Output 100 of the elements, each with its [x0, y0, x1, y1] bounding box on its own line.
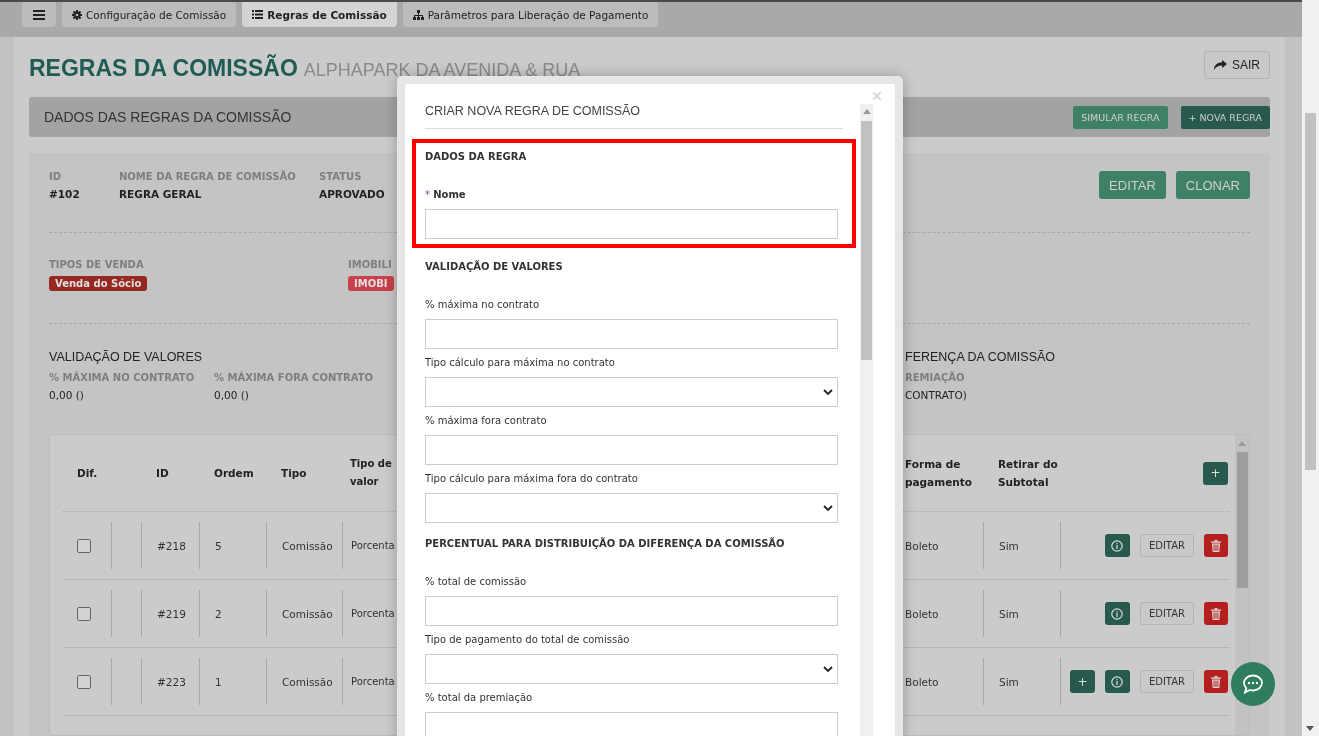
field-label: TIPOS DE VENDA [49, 259, 144, 270]
field-label: * Nome [425, 188, 467, 202]
chevron-down-icon [823, 666, 833, 672]
chat-bubble-icon [1242, 674, 1264, 694]
group-title: VALIDAÇÃO DE VALORES [49, 350, 203, 364]
info-icon [1111, 539, 1124, 552]
table-cell-text: Boleto [904, 538, 940, 554]
add-button[interactable]: + [1069, 670, 1095, 693]
edit-button[interactable]: EDITAR [1139, 670, 1194, 693]
field-value: CONTRATO) [905, 389, 967, 401]
list-icon [252, 10, 264, 19]
table-cell: Sim [983, 658, 1060, 705]
chevron-down-icon [823, 505, 833, 511]
trash-icon [1211, 675, 1221, 688]
field-value: 0,00 () [214, 389, 249, 401]
table-cell-text: Boleto [904, 606, 940, 622]
trash-icon [1211, 607, 1221, 620]
table-cell: #219 [141, 590, 199, 637]
delete-button[interactable] [1204, 670, 1228, 693]
group-title: FERENÇA DA COMISSÃO [905, 350, 1056, 364]
field-label: % MÁXIMA NO CONTRATO [49, 372, 195, 383]
column-header: Forma de pagamento [904, 457, 973, 490]
exit-button[interactable]: SAIR [1204, 51, 1270, 79]
row-checkbox[interactable] [77, 674, 91, 689]
field-label: % MÁXIMA FORA CONTRATO [214, 372, 374, 383]
table-cell: Sim [983, 590, 1060, 637]
add-button[interactable]: + [1203, 461, 1228, 485]
text-field[interactable] [425, 712, 838, 736]
up-arrow-icon[interactable] [1238, 441, 1246, 446]
column-header: Dif. [76, 466, 99, 481]
delete-button[interactable] [1204, 602, 1228, 625]
select-field[interactable] [425, 377, 838, 407]
field-label: STATUS [319, 171, 362, 182]
text-field[interactable] [425, 209, 838, 239]
chevron-down-icon [823, 389, 833, 395]
scrollbar-thumb[interactable] [861, 121, 872, 360]
edit-button[interactable]: EDITAR [1139, 602, 1194, 625]
text-field[interactable] [425, 319, 838, 349]
form-section-title: PERCENTUAL PARA DISTRIBUIÇÃO DA DIFERENÇA DA COMISSÃO [425, 537, 786, 551]
field-label: % total de comissão [425, 575, 528, 589]
table-cell-text: Boleto [904, 674, 940, 690]
new-rule-button[interactable]: + NOVA REGRA [1180, 105, 1270, 129]
text-field[interactable] [425, 435, 838, 465]
field-label: IMOBILI [348, 259, 392, 270]
tab[interactable]: Configuração de Comissão [62, 2, 237, 27]
form-section-title: DADOS DA REGRA [425, 150, 528, 164]
share-arrow-icon [1214, 60, 1227, 70]
menu-icon [33, 9, 45, 20]
modal-title: CRIAR NOVA REGRA DE COMISSÃO [425, 84, 843, 129]
info-icon [1111, 607, 1124, 620]
menu-button[interactable] [22, 2, 56, 27]
info-button[interactable] [1104, 670, 1130, 693]
up-arrow-icon[interactable] [863, 109, 871, 114]
field-value: #102 [49, 188, 80, 200]
scrollbar-thumb[interactable] [1305, 113, 1316, 470]
edit-button[interactable]: EDITAR [1139, 534, 1194, 557]
column-header: Retirar do Subtotal [997, 457, 1059, 490]
field-value: APROVADO [319, 188, 385, 200]
delete-button[interactable] [1204, 534, 1228, 557]
field-label: Tipo cálculo para máxima no contrato [425, 356, 616, 370]
page-subtitle: ALPHAPARK DA AVENIDA & RUA [303, 60, 581, 80]
info-button[interactable] [1104, 602, 1130, 625]
page-title: REGRAS DA COMISSÃO [29, 55, 298, 81]
table-cell: 2 [199, 590, 266, 637]
table-cell: Comissão [266, 590, 342, 637]
field-label: Tipo cálculo para máxima fora do contrato [425, 472, 639, 486]
text-field[interactable] [425, 596, 838, 626]
row-checkbox[interactable] [77, 538, 91, 553]
column-header: Tipo de valor [349, 457, 393, 489]
column-header: Ordem [213, 466, 255, 481]
table-cell: #223 [141, 658, 199, 705]
column-header: ID [155, 466, 170, 481]
gear-icon [72, 9, 82, 20]
table-cell: Sim [983, 522, 1060, 569]
field-label: ID [49, 171, 62, 182]
column-header: Tipo [280, 466, 308, 481]
field-label: % total da premiação [425, 691, 534, 705]
tab[interactable]: Parâmetros para Liberação de Pagamento [402, 2, 659, 27]
field-label: % máxima no contrato [425, 298, 541, 312]
info-button[interactable] [1104, 534, 1130, 557]
tag-badge: Venda do Sócio [49, 276, 148, 291]
table-cell: 5 [199, 522, 266, 569]
select-field[interactable] [425, 493, 838, 523]
close-icon[interactable] [873, 92, 881, 100]
table-cell: 1 [199, 658, 266, 705]
info-icon [1111, 675, 1124, 688]
row-checkbox[interactable] [77, 606, 91, 621]
table-cell: #218 [141, 522, 199, 569]
sitemap-icon [412, 9, 424, 20]
field-value: REGRA GERAL [119, 188, 202, 200]
form-section-title: VALIDAÇÃO DE VALORES [425, 260, 564, 274]
field-label: NOME DA REGRA DE COMISSÃO [119, 171, 296, 182]
field-label: % máxima fora contrato [425, 414, 548, 428]
scrollbar-thumb[interactable] [1237, 452, 1248, 588]
tab[interactable]: Regras de Comissão [242, 2, 397, 27]
down-arrow-icon[interactable] [1306, 726, 1314, 731]
tag-badge: IMOBI [348, 276, 394, 291]
section-title: DADOS DAS REGRAS DA COMISSÃO [44, 109, 292, 125]
select-field[interactable] [425, 654, 838, 684]
table-cell: Comissão [266, 658, 342, 705]
